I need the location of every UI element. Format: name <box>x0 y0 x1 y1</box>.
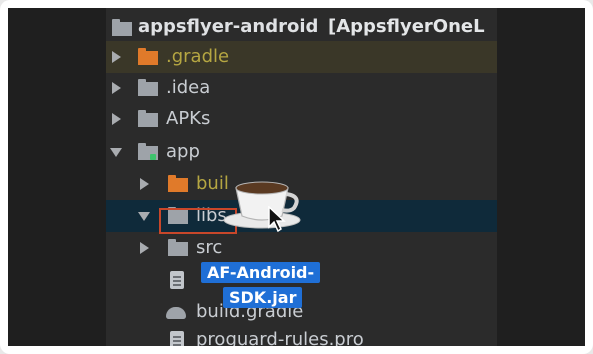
file-icon <box>170 271 184 289</box>
tree-item-label: .gradle <box>166 46 230 67</box>
file-icon <box>170 331 184 346</box>
left-dim-area <box>8 8 106 346</box>
excluded-folder-icon <box>138 48 158 65</box>
tree-item-proguard[interactable]: proguard-rules.pro <box>106 324 497 346</box>
drag-file-name-line1: AF-Android- <box>201 262 321 283</box>
tree-item-app[interactable]: app <box>106 136 497 168</box>
folder-icon <box>168 239 188 256</box>
expand-arrow-icon[interactable] <box>140 242 149 254</box>
tree-item-label: src <box>196 237 223 258</box>
expand-arrow-icon[interactable] <box>112 82 121 94</box>
gradle-icon <box>166 307 186 319</box>
tree-item-label: proguard-rules.pro <box>196 329 364 346</box>
tree-item-apks[interactable]: APKs <box>106 103 497 135</box>
excluded-folder-icon <box>168 175 188 192</box>
folder-icon <box>138 79 158 96</box>
collapse-arrow-icon[interactable] <box>110 148 122 157</box>
expand-arrow-icon[interactable] <box>112 51 121 63</box>
mouse-cursor-icon <box>268 206 286 232</box>
coffee-cup-icon <box>223 181 301 229</box>
folder-icon <box>138 110 158 127</box>
expand-arrow-icon[interactable] <box>140 178 149 190</box>
project-root-row[interactable]: appsflyer-android [AppsflyerOneL <box>106 12 497 44</box>
tree-item-src[interactable]: src <box>106 232 497 264</box>
tree-item-label: app <box>166 141 200 162</box>
tree-item-idea[interactable]: .idea <box>106 72 497 104</box>
tree-item-gradle[interactable]: .gradle <box>106 41 497 73</box>
tree-item-label: .idea <box>166 77 211 98</box>
project-module-bracket: [AppsflyerOneL <box>328 16 485 37</box>
screenshot-frame: appsflyer-android [AppsflyerOneL .gradle… <box>0 0 593 354</box>
collapse-arrow-icon[interactable] <box>138 212 150 221</box>
right-dim-area <box>497 8 585 346</box>
expand-arrow-icon[interactable] <box>112 113 121 125</box>
tree-item-label: APKs <box>166 108 211 129</box>
project-folder-icon <box>112 19 132 36</box>
module-badge-icon <box>150 154 156 160</box>
project-name: appsflyer-android <box>138 16 319 37</box>
drag-file-name-line2: SDK.jar <box>223 287 303 308</box>
